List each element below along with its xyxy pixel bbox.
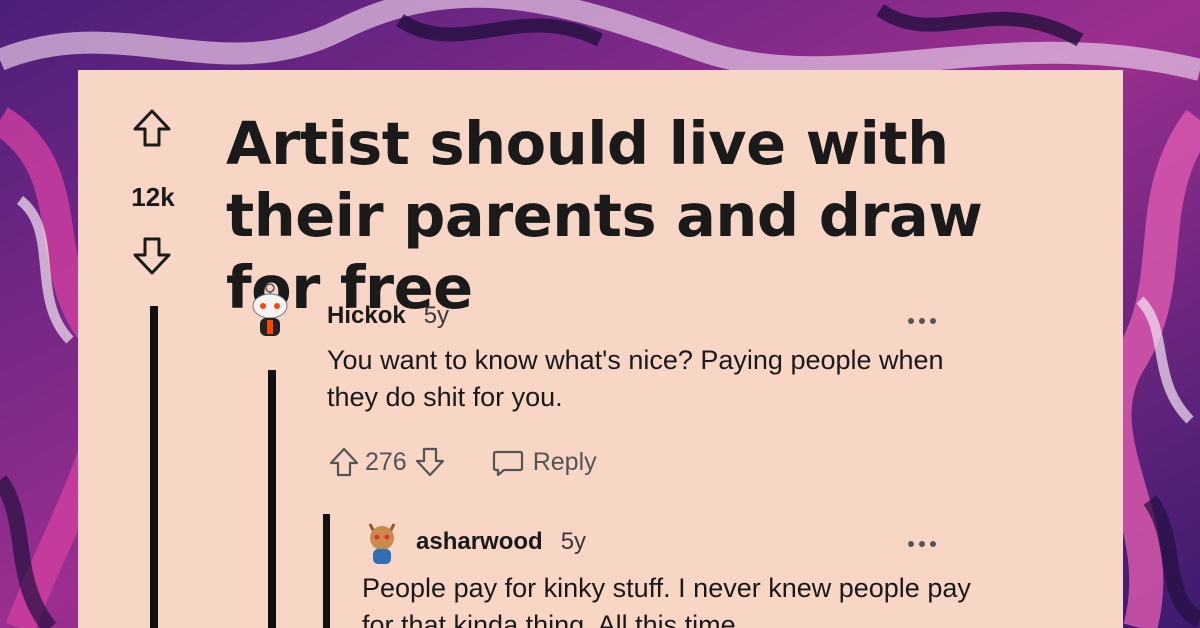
more-options-icon[interactable] <box>908 311 942 324</box>
post-title[interactable]: Artist should live with their parents an… <box>226 108 1086 324</box>
thread-line[interactable] <box>323 514 330 628</box>
downvote-icon[interactable] <box>413 445 447 479</box>
comment-text: People pay for kinky stuff. I never knew… <box>362 573 971 628</box>
post-card: 12k Artist should live with their parent… <box>78 70 1123 628</box>
thread-line[interactable] <box>150 306 158 628</box>
comment-meta: asharwood 5y <box>416 528 586 556</box>
upvote-icon[interactable] <box>130 106 174 150</box>
comment-author[interactable]: Hickok <box>327 302 406 330</box>
comment-author[interactable]: asharwood <box>416 528 543 556</box>
reply-label: Reply <box>532 447 597 476</box>
upvote-icon[interactable] <box>327 445 361 479</box>
comment-meta: Hickok 5y <box>327 302 449 330</box>
more-options-icon[interactable] <box>908 534 942 547</box>
comment-age: 5y <box>560 528 587 555</box>
comment-actions: 276 Reply <box>327 442 597 482</box>
avatar[interactable] <box>362 518 402 566</box>
downvote-icon[interactable] <box>130 234 174 278</box>
avatar[interactable] <box>244 282 296 338</box>
comment-vote-count: 276 <box>365 447 407 476</box>
reply-icon <box>492 450 523 477</box>
reply-button[interactable]: Reply <box>491 445 597 479</box>
thread-line[interactable] <box>268 370 276 628</box>
comment-age: 5y <box>423 302 450 329</box>
post-score: 12k <box>131 182 175 212</box>
comment-text: You want to know what's nice? Paying peo… <box>327 345 944 412</box>
